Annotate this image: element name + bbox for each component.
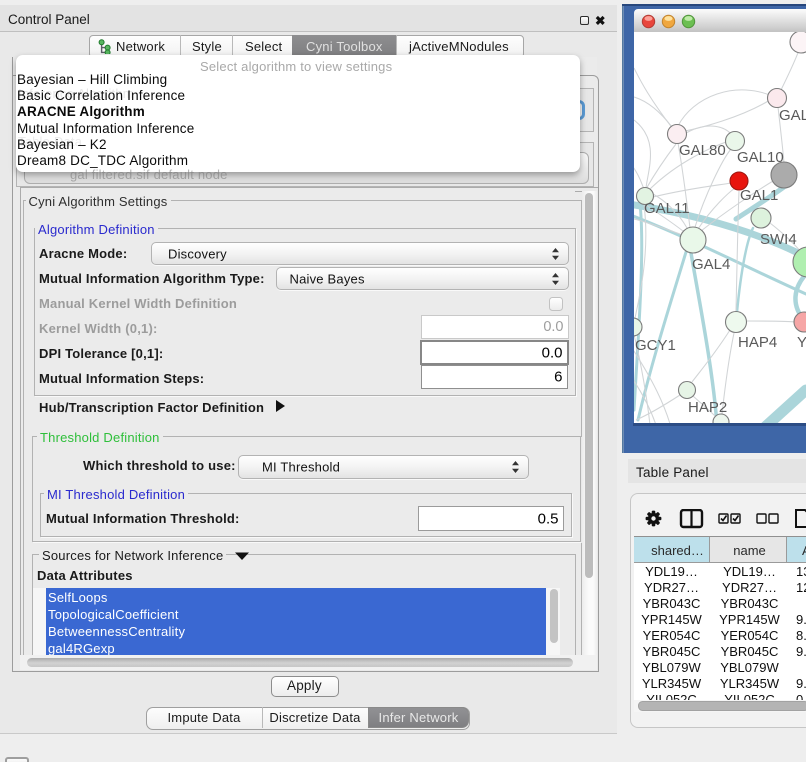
- svg-text:GAL10: GAL10: [737, 149, 784, 166]
- svg-text:Y: Y: [797, 334, 806, 351]
- svg-text:GAL4: GAL4: [692, 256, 730, 273]
- svg-text:HAP4: HAP4: [738, 334, 777, 351]
- svg-text:GAL80: GAL80: [679, 142, 726, 159]
- svg-text:GAL1: GAL1: [740, 187, 778, 204]
- svg-text:GAL2: GAL2: [779, 107, 806, 124]
- svg-text:GCY1: GCY1: [635, 337, 676, 354]
- svg-text:HAP2: HAP2: [688, 399, 727, 416]
- svg-text:GAL11: GAL11: [644, 200, 690, 217]
- svg-text:SWI4: SWI4: [760, 231, 797, 248]
